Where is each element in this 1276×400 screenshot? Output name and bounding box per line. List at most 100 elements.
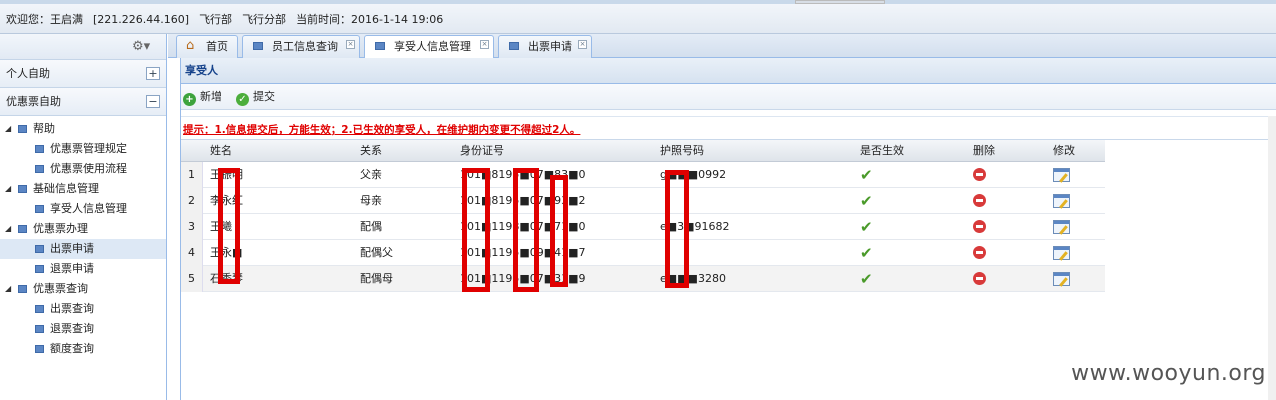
tree-node-ticket-application[interactable]: 出票申请 (0, 239, 166, 259)
tree-node-label: 退票申请 (50, 262, 94, 275)
tree-node-refund-application[interactable]: 退票申请 (0, 259, 166, 279)
row-number: 2 (181, 188, 203, 214)
delete-icon[interactable] (973, 240, 986, 269)
ip-address: [221.226.44.160] (93, 13, 190, 26)
row-number: 3 (181, 214, 203, 240)
panel-toolbar: + 新增 ✓ 提交 (181, 84, 1276, 110)
cell-relation: 父亲 (360, 168, 382, 181)
cell-relation: 配偶 (360, 220, 382, 233)
top-header: 欢迎您：王启满 [221.226.44.160] 飞行部 飞行分部 当前时间：2016-… (0, 0, 1276, 34)
accordion-discount-ticket[interactable]: 优惠票自助 − (0, 88, 166, 116)
page-icon (35, 265, 44, 273)
tree-expand-arrow-icon[interactable]: ◢ (5, 119, 11, 139)
tree-expand-arrow-icon[interactable]: ◢ (5, 279, 11, 299)
table-row[interactable]: 2 李永红 母亲 101■8195■07■93■2 ✔ (181, 188, 1105, 214)
grid-header: 姓名 关系 身份证号 护照号码 是否生效 删除 修改 (181, 140, 1105, 162)
sidebar: ⚙▾ 个人自助 + 优惠票自助 − ◢ 帮助 优惠票管理规定 优惠票使用流程 ◢ 基… (0, 34, 167, 400)
delete-icon[interactable] (973, 162, 986, 191)
folder-icon (18, 285, 27, 293)
tree-node-basic-info[interactable]: ◢ 基础信息管理 (0, 179, 166, 199)
submit-label: 提交 (253, 90, 275, 103)
header-accent-bar (0, 0, 1276, 4)
tree-node-issue-query[interactable]: 出票查询 (0, 299, 166, 319)
folder-icon (18, 125, 27, 133)
tab-label: 员工信息查询 (272, 40, 338, 53)
tree-node-label: 享受人信息管理 (50, 202, 127, 215)
row-number: 5 (181, 266, 203, 292)
home-icon: ⌂ (186, 38, 195, 53)
effective-check-icon: ✔ (860, 192, 873, 210)
tree-node-ticket-query[interactable]: ◢ 优惠票查询 (0, 279, 166, 299)
folder-icon (18, 225, 27, 233)
expand-icon[interactable]: + (146, 67, 160, 80)
notice-text: 提示：1.信息提交后，方能生效；2.已生效的享受人，在维护期内变更不得超过2人。 (183, 124, 581, 136)
table-row[interactable]: 4 王永■ 配偶父 101■1195■09■41■7 ✔ (181, 240, 1105, 266)
page-icon (35, 145, 44, 153)
column-header-id-number[interactable]: 身份证号 (460, 140, 504, 162)
tree-expand-arrow-icon[interactable]: ◢ (5, 179, 11, 199)
cell-relation: 配偶母 (360, 272, 393, 285)
page-icon (35, 305, 44, 313)
tree-node-usage-flow[interactable]: 优惠票使用流程 (0, 159, 166, 179)
page-icon (35, 345, 44, 353)
department-2: 飞行分部 (242, 13, 287, 26)
tree-node-regulations[interactable]: 优惠票管理规定 (0, 139, 166, 159)
page-icon (509, 42, 519, 50)
delete-icon[interactable] (973, 188, 986, 217)
column-header-name[interactable]: 姓名 (210, 140, 232, 162)
vertical-scrollbar[interactable] (1268, 116, 1276, 400)
cell-relation: 母亲 (360, 194, 382, 207)
row-number: 1 (181, 162, 203, 188)
column-header-delete[interactable]: 删除 (973, 140, 995, 162)
column-header-passport[interactable]: 护照号码 (660, 140, 704, 162)
redaction-box (462, 168, 490, 292)
tab-beneficiary-management[interactable]: 享受人信息管理 × (364, 35, 494, 59)
tab-employee-query[interactable]: 员工信息查询 × (242, 35, 360, 58)
tab-label: 享受人信息管理 (394, 40, 471, 53)
collapse-icon[interactable]: − (146, 95, 160, 108)
page-icon (375, 42, 385, 50)
tree-node-ticket-processing[interactable]: ◢ 优惠票办理 (0, 219, 166, 239)
tree-expand-arrow-icon[interactable]: ◢ (5, 219, 11, 239)
tree-node-help[interactable]: ◢ 帮助 (0, 119, 166, 139)
cell-relation: 配偶父 (360, 246, 393, 259)
tree-node-label: 出票申请 (50, 242, 94, 255)
table-row[interactable]: 3 王曦 配偶 101■1198■07■71■0 e■3■91682 ✔ (181, 214, 1105, 240)
redaction-box (513, 168, 539, 292)
column-header-effective[interactable]: 是否生效 (860, 140, 904, 162)
delete-icon[interactable] (973, 266, 986, 295)
add-button[interactable]: + 新增 (183, 89, 222, 106)
tab-label: 首页 (206, 40, 228, 53)
tab-strip: ⌂ 首页 员工信息查询 × 享受人信息管理 × 出票申请 × (168, 34, 1276, 59)
table-row[interactable]: 5 石秀琴 配偶母 101■1195■07■31■9 e■■■3280 ✔ (181, 266, 1105, 292)
accordion-personal[interactable]: 个人自助 + (0, 60, 166, 88)
tree-node-beneficiary-management[interactable]: 享受人信息管理 (0, 199, 166, 219)
tab-ticket-application[interactable]: 出票申请 × (498, 35, 592, 58)
tab-home[interactable]: ⌂ 首页 (176, 35, 238, 58)
edit-icon[interactable] (1053, 266, 1070, 296)
delete-icon[interactable] (973, 214, 986, 243)
column-header-relation[interactable]: 关系 (360, 140, 382, 162)
tree-node-label: 优惠票查询 (33, 282, 88, 295)
tree-node-refund-query[interactable]: 退票查询 (0, 319, 166, 339)
close-icon[interactable]: × (346, 40, 355, 49)
tree-node-label: 优惠票办理 (33, 222, 88, 235)
close-icon[interactable]: × (480, 40, 489, 49)
plus-icon: + (183, 93, 196, 106)
panel-title: 享受人 (181, 58, 1276, 84)
tree-node-quota-query[interactable]: 额度查询 (0, 339, 166, 359)
page-icon (35, 205, 44, 213)
welcome-text: 欢迎您：王启满 (6, 13, 83, 26)
close-icon[interactable]: × (578, 40, 587, 49)
submit-button[interactable]: ✓ 提交 (236, 89, 275, 106)
accordion-label: 优惠票自助 (6, 95, 61, 108)
header-splitter-handle[interactable] (795, 0, 885, 4)
gear-icon[interactable]: ⚙▾ (132, 39, 158, 54)
watermark: www.wooyun.org (1071, 361, 1266, 386)
table-row[interactable]: 1 王振明 父亲 101■8195■07■83■0 g■■■0992 ✔ (181, 162, 1105, 188)
beneficiary-grid: 姓名 关系 身份证号 护照号码 是否生效 删除 修改 1 王振明 父亲 101■… (181, 140, 1105, 292)
tree-node-label: 额度查询 (50, 342, 94, 355)
column-header-edit[interactable]: 修改 (1053, 140, 1075, 162)
beneficiary-panel: 享受人 + 新增 ✓ 提交 提示：1.信息提交后，方能生效；2.已生效的享受人，在维… (180, 58, 1276, 400)
page-icon (253, 42, 263, 50)
